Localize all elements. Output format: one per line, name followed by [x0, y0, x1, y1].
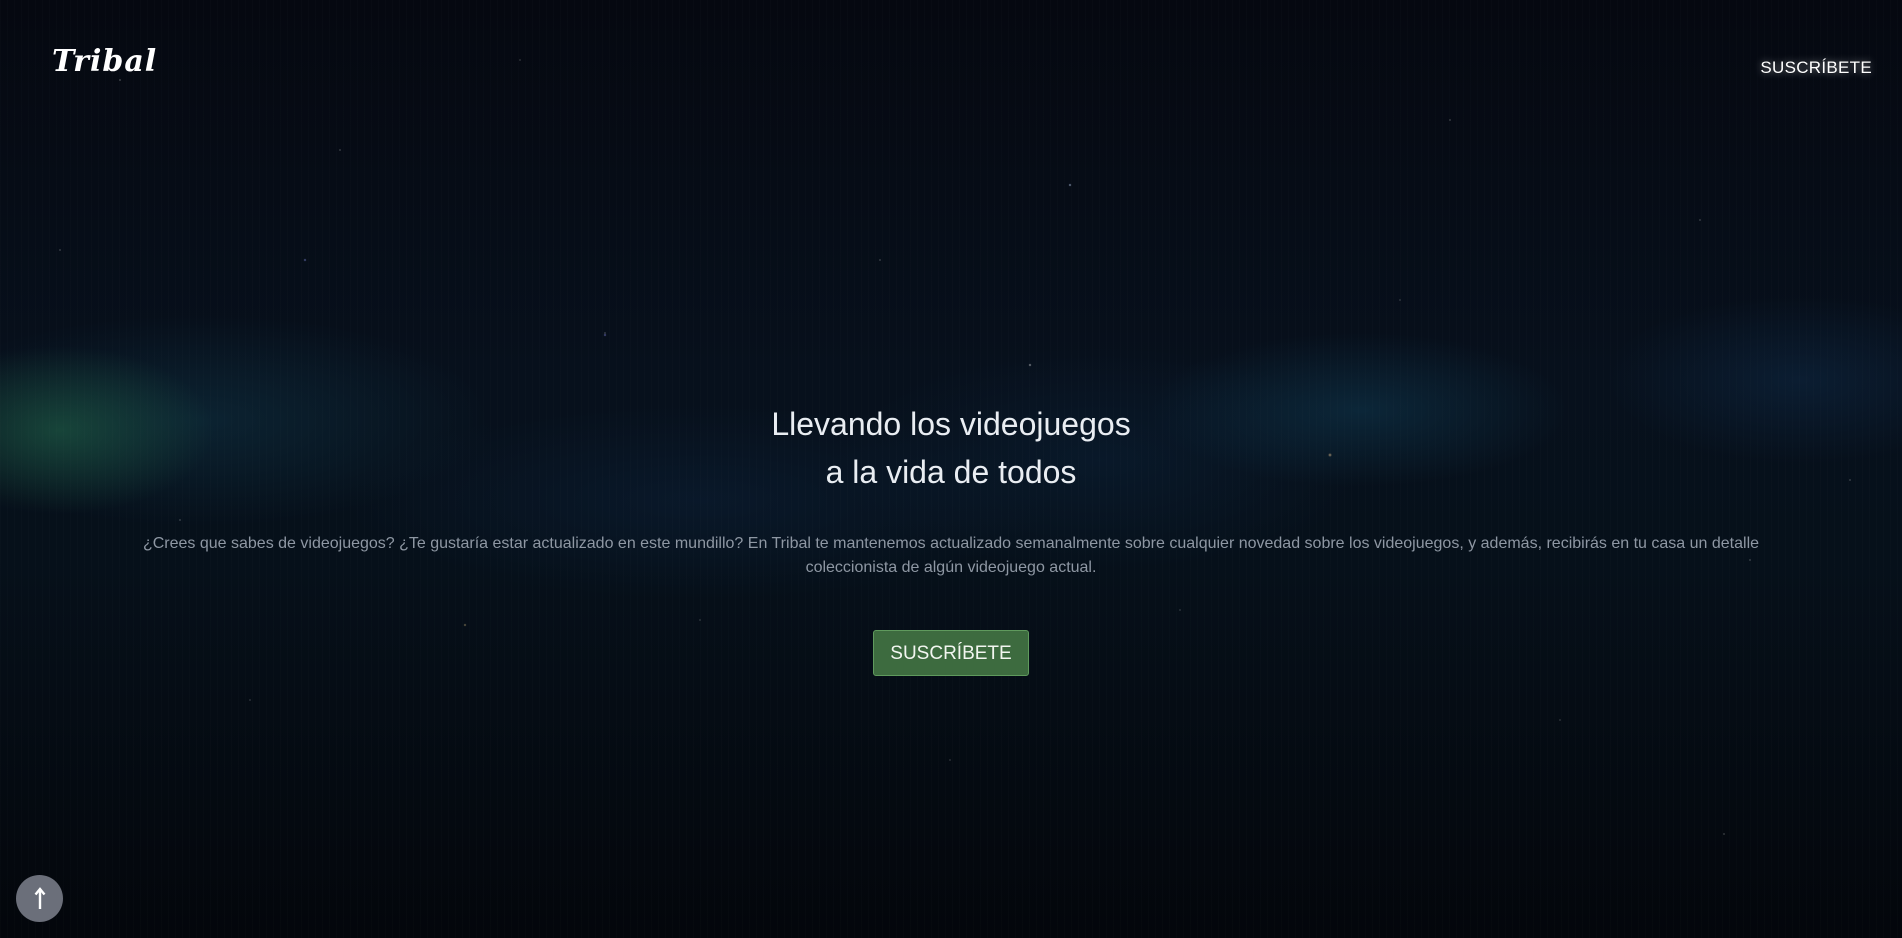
- scroll-to-top-button[interactable]: [16, 875, 63, 922]
- nav-subscribe-link[interactable]: SUSCRÍBETE: [1760, 58, 1872, 78]
- hero-title-line-1: Llevando los videojuegos: [771, 406, 1131, 442]
- arrow-up-icon: [34, 886, 45, 909]
- hero-title: Llevando los videojuegos a la vida de to…: [0, 400, 1902, 496]
- page: Tribal SUSCRÍBETE Llevando los videojueg…: [0, 0, 1902, 938]
- hero-title-line-2: a la vida de todos: [825, 454, 1077, 490]
- navbar: Tribal SUSCRÍBETE: [0, 0, 1902, 140]
- hero-section: Llevando los videojuegos a la vida de to…: [0, 400, 1902, 676]
- hero-description: ¿Crees que sabes de videojuegos? ¿Te gus…: [142, 535, 1760, 576]
- logo-link[interactable]: Tribal: [52, 44, 157, 79]
- subscribe-button[interactable]: SUSCRÍBETE: [873, 630, 1029, 676]
